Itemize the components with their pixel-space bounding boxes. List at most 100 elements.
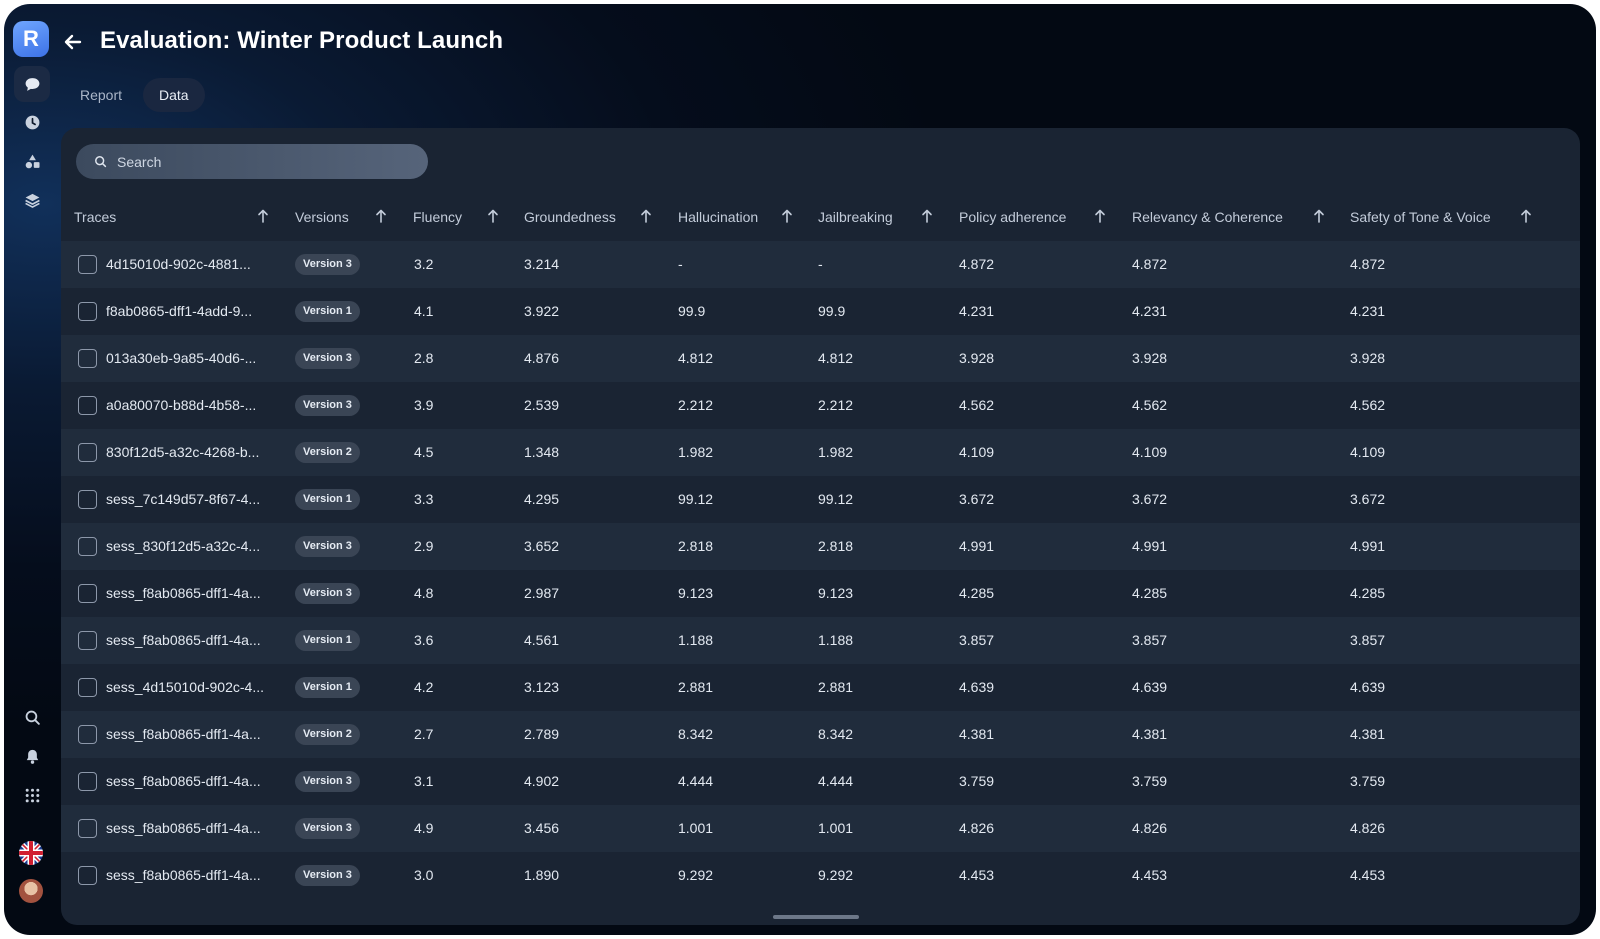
sort-arrow-icon[interactable] [374, 208, 388, 224]
score-hallucination: 1.982 [678, 444, 714, 460]
score-jailbreaking: 8.342 [818, 726, 854, 742]
column-header-versions[interactable]: Versions [295, 202, 349, 242]
table-row[interactable]: sess_4d15010d-902c-4... Version 1 4.2 3.123… [61, 664, 1580, 711]
row-checkbox[interactable] [78, 443, 97, 462]
sort-arrow-icon[interactable] [256, 208, 270, 224]
clock-icon[interactable] [14, 104, 50, 140]
tab-data[interactable]: Data [143, 78, 205, 112]
sort-arrow-icon[interactable] [780, 208, 794, 224]
trace-id[interactable]: sess_f8ab0865-dff1-4a... [106, 570, 261, 617]
trace-id[interactable]: sess_f8ab0865-dff1-4a... [106, 617, 261, 664]
trace-id[interactable]: sess_830f12d5-a32c-4... [106, 523, 260, 570]
row-checkbox[interactable] [78, 772, 97, 791]
table-row[interactable]: sess_f8ab0865-dff1-4a... Version 3 4.9 3.45… [61, 805, 1580, 852]
trace-id[interactable]: a0a80070-b88d-4b58-... [106, 382, 256, 429]
trace-id[interactable]: sess_f8ab0865-dff1-4a... [106, 758, 261, 805]
app-logo[interactable]: R [13, 21, 49, 57]
sort-arrow-icon[interactable] [920, 208, 934, 224]
column-header-hallucination[interactable]: Hallucination [678, 202, 758, 242]
table-row[interactable]: f8ab0865-dff1-4add-9... Version 1 4.1 3.922… [61, 288, 1580, 335]
trace-id[interactable]: sess_4d15010d-902c-4... [106, 664, 264, 711]
sort-arrow-icon[interactable] [486, 208, 500, 224]
row-checkbox[interactable] [78, 490, 97, 509]
table-row[interactable]: sess_f8ab0865-dff1-4a... Version 1 3.6 4.56… [61, 617, 1580, 664]
sort-arrow-icon[interactable] [639, 208, 653, 224]
column-header-jailbreaking[interactable]: Jailbreaking [818, 202, 893, 242]
table-row[interactable]: 830f12d5-a32c-4268-b... Version 2 4.5 1.348… [61, 429, 1580, 476]
horizontal-scrollbar[interactable] [773, 915, 859, 919]
table-row[interactable]: a0a80070-b88d-4b58-... Version 3 3.9 2.539 2… [61, 382, 1580, 429]
avatar[interactable] [19, 879, 43, 903]
search-input[interactable]: Search [76, 144, 428, 179]
row-checkbox[interactable] [78, 349, 97, 368]
version-badge: Version 1 [295, 301, 360, 322]
score-jailbreaking: 4.812 [818, 350, 854, 366]
trace-id[interactable]: f8ab0865-dff1-4add-9... [106, 288, 252, 335]
score-safety: 4.231 [1350, 303, 1386, 319]
sort-arrow-icon[interactable] [1519, 208, 1533, 224]
version-badge: Version 3 [295, 395, 360, 416]
layers-icon[interactable] [14, 182, 50, 218]
table-header: Traces Versions Fluency Groundedness Hal… [61, 202, 1580, 242]
table-row[interactable]: sess_830f12d5-a32c-4... Version 3 2.9 3.652… [61, 523, 1580, 570]
column-header-groundedness[interactable]: Groundedness [524, 202, 616, 242]
score-relevancy: 3.759 [1132, 773, 1168, 789]
sort-arrow-icon[interactable] [1093, 208, 1107, 224]
score-jailbreaking: 1.188 [818, 632, 854, 648]
row-checkbox[interactable] [78, 819, 97, 838]
column-header-safety-tone-voice[interactable]: Safety of Tone & Voice [1350, 202, 1491, 242]
score-fluency: 3.6 [414, 632, 434, 648]
score-relevancy: 4.285 [1132, 585, 1168, 601]
row-checkbox[interactable] [78, 678, 97, 697]
tab-report[interactable]: Report [64, 78, 138, 112]
score-policy: 4.453 [959, 867, 995, 883]
column-header-relevancy-coherence[interactable]: Relevancy & Coherence [1132, 202, 1283, 242]
score-fluency: 2.7 [414, 726, 434, 742]
score-groundedness: 2.789 [524, 726, 560, 742]
trace-id[interactable]: sess_f8ab0865-dff1-4a... [106, 805, 261, 852]
score-jailbreaking: 2.818 [818, 538, 854, 554]
version-badge: Version 1 [295, 630, 360, 651]
table-row[interactable]: sess_f8ab0865-dff1-4a... Version 3 3.0 1.89… [61, 852, 1580, 899]
row-checkbox[interactable] [78, 631, 97, 650]
trace-id[interactable]: sess_f8ab0865-dff1-4a... [106, 852, 261, 899]
table-row[interactable]: sess_f8ab0865-dff1-4a... Version 3 4.8 2.98… [61, 570, 1580, 617]
score-fluency: 4.1 [414, 303, 434, 319]
sort-arrow-icon[interactable] [1312, 208, 1326, 224]
trace-id[interactable]: 013a30eb-9a85-40d6-... [106, 335, 256, 382]
trace-id[interactable]: sess_f8ab0865-dff1-4a... [106, 711, 261, 758]
table-row[interactable]: sess_7c149d57-8f67-4... Version 1 3.3 4.295… [61, 476, 1580, 523]
row-checkbox[interactable] [78, 866, 97, 885]
bell-icon[interactable] [14, 738, 50, 774]
table-row[interactable]: sess_f8ab0865-dff1-4a... Version 3 3.1 4.90… [61, 758, 1580, 805]
grid-icon[interactable] [14, 777, 50, 813]
table-row[interactable]: sess_f8ab0865-dff1-4a... Version 2 2.7 2.78… [61, 711, 1580, 758]
search-icon[interactable] [14, 699, 50, 735]
row-checkbox[interactable] [78, 396, 97, 415]
score-groundedness: 4.902 [524, 773, 560, 789]
back-arrow-icon[interactable] [62, 31, 84, 53]
score-groundedness: 2.987 [524, 585, 560, 601]
version-badge: Version 1 [295, 489, 360, 510]
row-checkbox[interactable] [78, 584, 97, 603]
table-row[interactable]: 4d15010d-902c-4881... Version 3 3.2 3.214 - -… [61, 241, 1580, 288]
column-header-fluency[interactable]: Fluency [413, 202, 462, 242]
trace-id[interactable]: 830f12d5-a32c-4268-b... [106, 429, 259, 476]
score-fluency: 3.2 [414, 256, 434, 272]
column-header-policy-adherence[interactable]: Policy adherence [959, 202, 1066, 242]
score-jailbreaking: 9.123 [818, 585, 854, 601]
row-checkbox[interactable] [78, 255, 97, 274]
trace-id[interactable]: sess_7c149d57-8f67-4... [106, 476, 260, 523]
chat-icon[interactable] [14, 66, 50, 102]
trace-id[interactable]: 4d15010d-902c-4881... [106, 241, 251, 288]
row-checkbox[interactable] [78, 537, 97, 556]
score-hallucination: 99.9 [678, 303, 706, 319]
column-header-traces[interactable]: Traces [74, 202, 116, 242]
score-policy: 3.928 [959, 350, 995, 366]
shapes-icon[interactable] [14, 143, 50, 179]
row-checkbox[interactable] [78, 302, 97, 321]
uk-flag-icon[interactable] [19, 841, 43, 865]
version-badge: Version 3 [295, 583, 360, 604]
row-checkbox[interactable] [78, 725, 97, 744]
table-row[interactable]: 013a30eb-9a85-40d6-... Version 3 2.8 4.876 4… [61, 335, 1580, 382]
